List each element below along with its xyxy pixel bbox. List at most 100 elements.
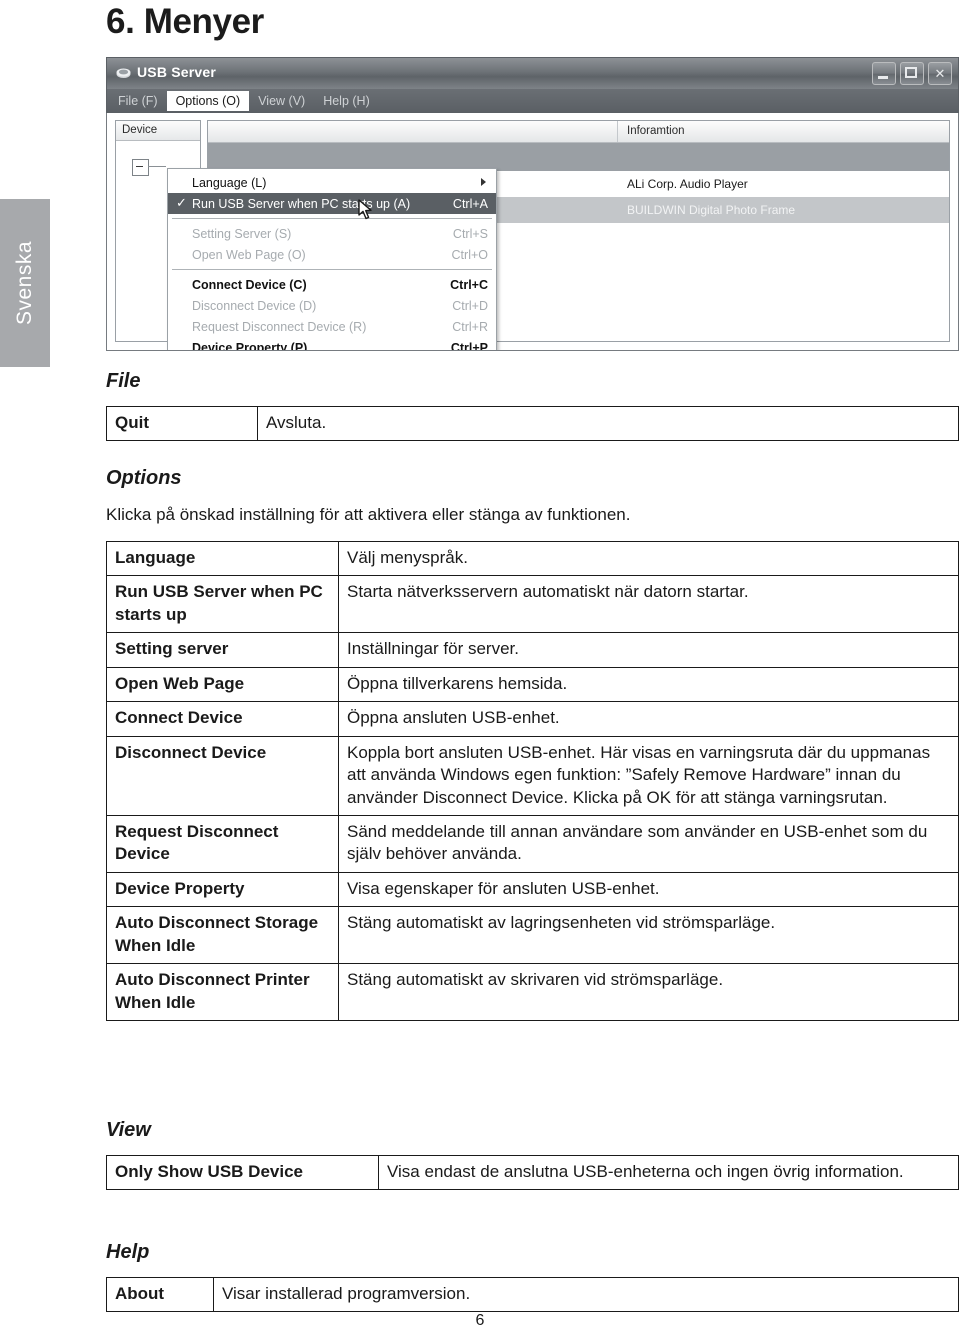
options-row-value: Koppla bort ansluten USB-enhet. Här visa… [338,735,959,816]
file-row-key: Quit [106,405,258,442]
help-row-value: Visar installerad programversion. [213,1276,959,1313]
cell-information: ALi Corp. Audio Player [627,177,748,191]
menu-item-connect-device[interactable]: Connect Device (C) Ctrl+C [168,274,496,295]
window-client-area: Device Inforamtion vice Free ALi Corp. A… [106,113,959,351]
menu-item-open-web-page-accel: Ctrl+O [451,247,488,262]
menu-item-run-usb-server-at-startup-label: Run USB Server when PC starts up (A) [192,196,411,211]
options-row-key: Auto Disconnect Storage When Idle [106,906,339,965]
table-row: Request Disconnect Device Sänd meddeland… [106,814,959,873]
menu-item-connect-device-label: Connect Device (C) [192,277,307,292]
help-table: About Visar installerad programversion. [106,1276,959,1313]
table-row: Quit Avsluta. [106,405,959,442]
options-row-key: Disconnect Device [106,735,339,816]
view-row-value: Visa endast de anslutna USB-enheterna oc… [378,1154,959,1191]
table-row: Connect Device Öppna ansluten USB-enhet. [106,701,959,737]
menu-options[interactable]: Options (O) [166,91,250,111]
menu-item-request-disconnect-device[interactable]: Request Disconnect Device (R) Ctrl+R [168,316,496,337]
options-row-value: Inställningar för server. [338,632,959,668]
options-row-key: Device Property [106,871,339,908]
window-title: USB Server [137,64,217,80]
file-row-value: Avsluta. [257,405,959,442]
section-heading-options: Options [106,467,182,489]
menu-item-device-property-label: Device Property (P) [192,340,308,351]
menu-help[interactable]: Help (H) [314,91,379,111]
options-row-key: Request Disconnect Device [106,814,339,873]
table-row: Device Property Visa egenskaper för ansl… [106,871,959,908]
minimize-button[interactable] [872,62,896,85]
section-heading-view: View [106,1119,151,1141]
view-table: Only Show USB Device Visa endast de ansl… [106,1154,959,1191]
file-table: Quit Avsluta. [106,405,959,442]
column-header-information[interactable]: Inforamtion [618,121,949,142]
menu-item-setting-server-accel: Ctrl+S [452,226,488,241]
menu-separator [172,218,492,219]
window-menu-bar: File (F) Options (O) View (V) Help (H) [106,89,959,113]
options-row-value: Stäng automatiskt av skrivaren vid ström… [338,963,959,1021]
language-tab-label: Svenska [13,240,36,326]
options-row-value: Sänd meddelande till annan användare som… [338,814,959,873]
table-row: Open Web Page Öppna tillverkarens hemsid… [106,666,959,703]
menu-item-disconnect-device-label: Disconnect Device (D) [192,298,317,313]
table-row: Language Välj menyspråk. [106,540,959,577]
table-row: Disconnect Device Koppla bort ansluten U… [106,735,959,816]
device-list-header: Inforamtion [208,121,949,143]
table-row[interactable] [208,143,949,171]
menu-item-run-usb-server-at-startup[interactable]: ✓ Run USB Server when PC starts up (A) C… [168,193,496,214]
close-button[interactable]: ✕ [928,62,952,85]
menu-item-device-property-accel: Ctrl+P [450,340,488,351]
menu-item-disconnect-device[interactable]: Disconnect Device (D) Ctrl+D [168,295,496,316]
options-dropdown-menu: Language (L) ✓ Run USB Server when PC st… [167,168,497,351]
menu-item-disconnect-device-accel: Ctrl+D [452,298,488,313]
menu-item-run-usb-server-at-startup-accel: Ctrl+A [452,196,488,211]
menu-view[interactable]: View (V) [249,91,314,111]
language-tab: Svenska [0,199,50,367]
menu-item-language[interactable]: Language (L) [168,172,496,193]
tree-collapse-icon[interactable] [132,159,149,176]
menu-item-connect-device-accel: Ctrl+C [450,277,488,292]
page-number: 6 [475,1312,485,1329]
options-row-key: Connect Device [106,701,339,737]
table-row: Auto Disconnect Printer When Idle Stäng … [106,963,959,1021]
table-row: Auto Disconnect Storage When Idle Stäng … [106,906,959,965]
help-row-key: About [106,1276,214,1313]
window-controls: ✕ [872,62,952,85]
menu-item-open-web-page[interactable]: Open Web Page (O) Ctrl+O [168,244,496,265]
options-row-value: Starta nätverksservern automatiskt när d… [338,575,959,634]
page-title: 6. Menyer [106,2,264,41]
options-row-key: Auto Disconnect Printer When Idle [106,963,339,1021]
options-row-value: Välj menyspråk. [338,540,959,577]
cell-information: BUILDWIN Digital Photo Frame [627,203,796,217]
checkmark-icon: ✓ [176,195,187,210]
column-header-status[interactable] [208,121,618,142]
options-row-key: Open Web Page [106,666,339,703]
options-row-value: Öppna tillverkarens hemsida. [338,666,959,703]
options-row-key: Language [106,540,339,577]
menu-separator [172,269,492,270]
usb-server-icon [116,68,131,78]
section-heading-file: File [106,370,141,392]
menu-item-request-disconnect-device-accel: Ctrl+R [452,319,488,334]
device-tree-header: Device [116,121,200,141]
options-table: Language Välj menyspråk. Run USB Server … [106,540,959,1021]
tree-connector-line [148,166,166,167]
menu-item-request-disconnect-device-label: Request Disconnect Device (R) [192,319,367,334]
options-row-key: Setting server [106,632,339,668]
menu-item-setting-server[interactable]: Setting Server (S) Ctrl+S [168,223,496,244]
submenu-arrow-icon [481,178,486,186]
options-row-key: Run USB Server when PC starts up [106,575,339,634]
options-row-value: Öppna ansluten USB-enhet. [338,701,959,737]
close-icon: ✕ [934,66,946,81]
menu-item-device-property[interactable]: Device Property (P) Ctrl+P [168,337,496,351]
table-row: Only Show USB Device Visa endast de ansl… [106,1154,959,1191]
window-title-bar: USB Server ✕ [106,57,959,89]
maximize-button[interactable] [900,62,924,85]
menu-item-open-web-page-label: Open Web Page (O) [192,247,306,262]
table-row: Run USB Server when PC starts up Starta … [106,575,959,634]
mouse-cursor-icon [358,199,372,220]
menu-file[interactable]: File (F) [109,91,167,111]
usb-server-window-screenshot: USB Server ✕ File (F) Options (O) View (… [106,57,959,351]
menu-item-setting-server-label: Setting Server (S) [192,226,292,241]
section-heading-help: Help [106,1241,150,1263]
options-row-value: Visa egenskaper för ansluten USB-enhet. [338,871,959,908]
menu-item-language-label: Language (L) [192,175,267,190]
